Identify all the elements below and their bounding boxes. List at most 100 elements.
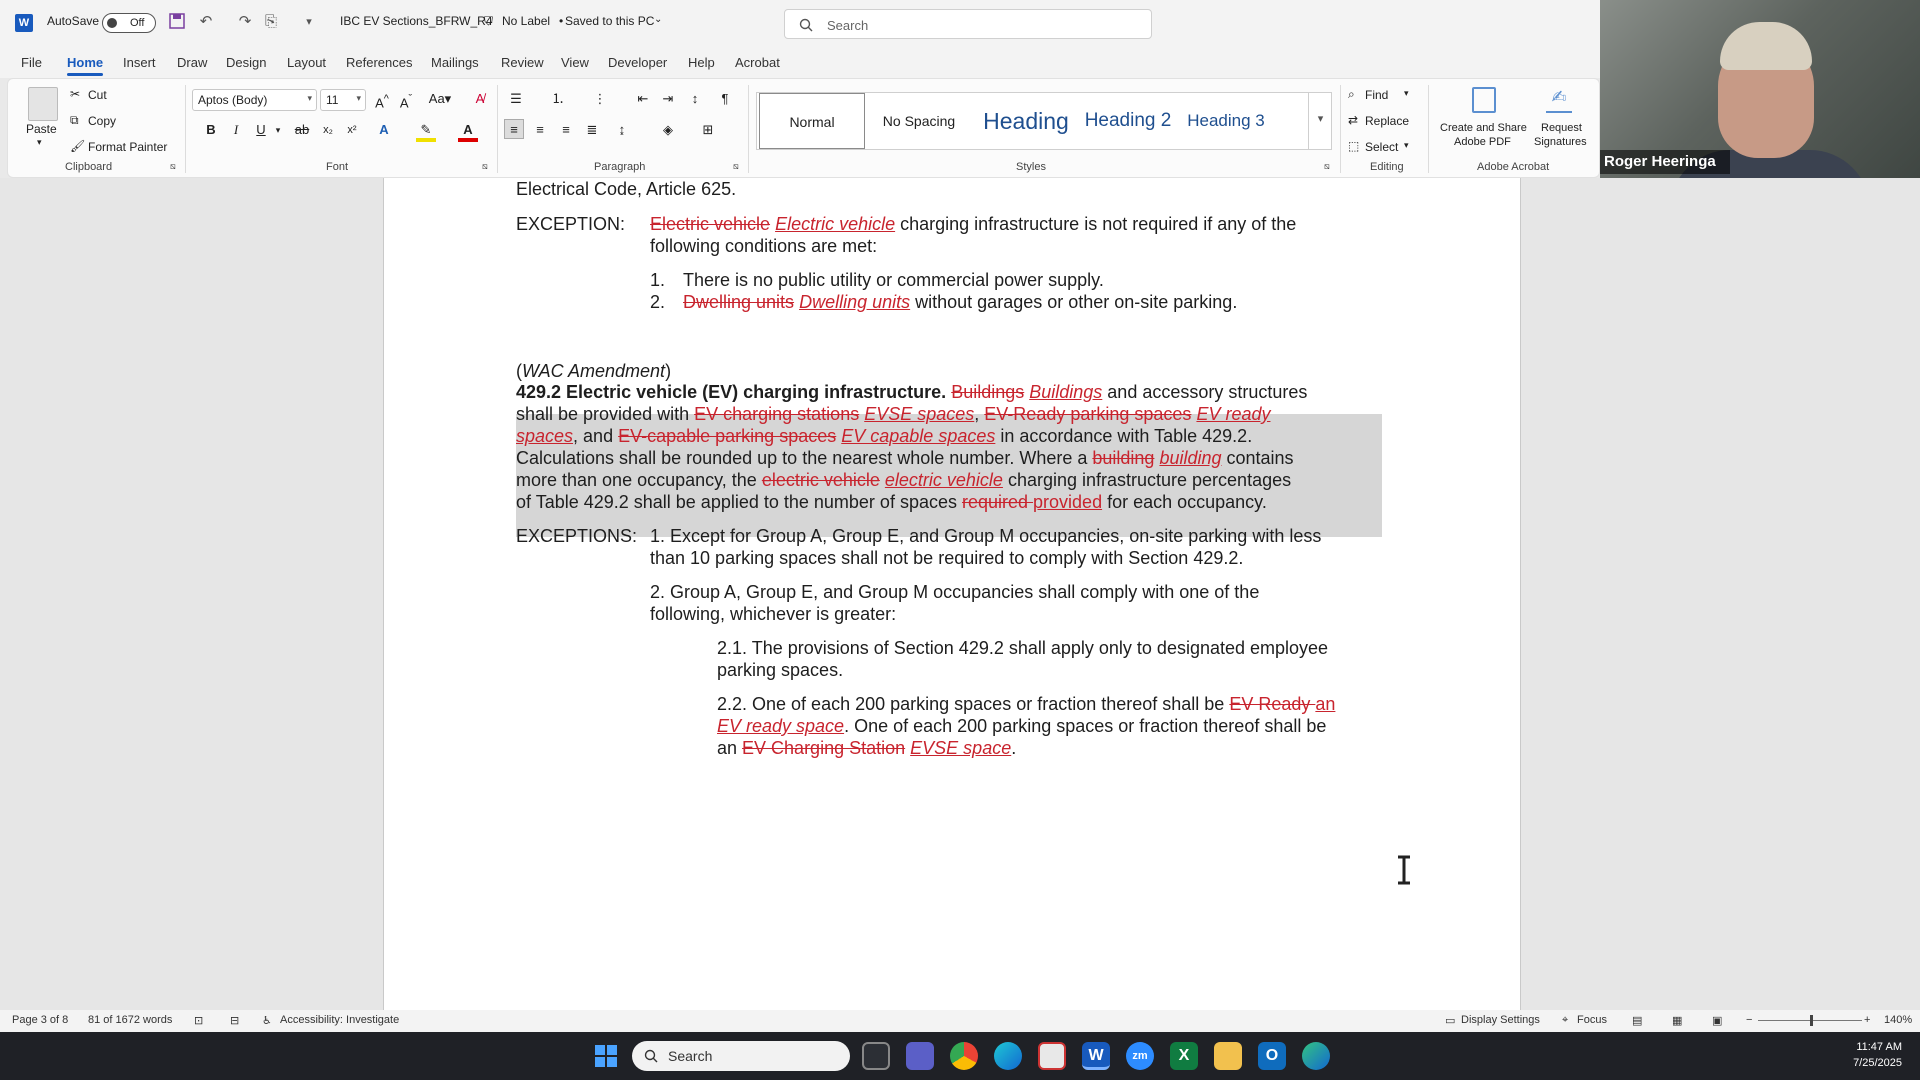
taskbar-search-input[interactable]: Search bbox=[632, 1041, 850, 1071]
list-item[interactable]: There is no public utility or commercial… bbox=[683, 269, 1104, 291]
zoom-level[interactable]: 140% bbox=[1884, 1014, 1912, 1026]
save-status[interactable]: Saved to this PC bbox=[565, 14, 654, 28]
bullets-icon[interactable]: ☰ bbox=[506, 89, 526, 109]
doc-line[interactable]: of Table 429.2 shall be applied to the n… bbox=[516, 491, 1267, 513]
clear-formatting-icon[interactable]: A̸ bbox=[470, 89, 490, 109]
sensitivity-label[interactable]: No Label bbox=[502, 14, 550, 28]
zoom-in-icon[interactable]: + bbox=[1864, 1014, 1870, 1026]
request-signatures-button[interactable]: Request bbox=[1541, 122, 1582, 134]
shading-icon[interactable]: ◈ bbox=[658, 120, 678, 140]
doc-line[interactable]: Calculations shall be rounded up to the … bbox=[516, 447, 1294, 469]
clock-time[interactable]: 11:47 AM bbox=[1856, 1041, 1902, 1053]
signature-icon[interactable]: ✍ bbox=[1546, 87, 1572, 113]
edge-icon[interactable] bbox=[994, 1042, 1022, 1070]
exception-label[interactable]: EXCEPTION: bbox=[516, 213, 625, 235]
doc-line[interactable]: EV ready space. One of each 200 parking … bbox=[717, 715, 1326, 737]
subscript-icon[interactable]: x₂ bbox=[318, 120, 338, 140]
highlight-icon[interactable]: ✎ bbox=[416, 120, 436, 142]
zoom-icon[interactable]: zm bbox=[1126, 1042, 1154, 1070]
doc-line[interactable]: 429.2 Electric vehicle (EV) charging inf… bbox=[516, 381, 1307, 403]
find-button[interactable]: Find bbox=[1365, 88, 1388, 102]
doc-line[interactable]: following, whichever is greater: bbox=[650, 603, 896, 625]
select-button[interactable]: Select bbox=[1365, 140, 1398, 154]
multilevel-list-icon[interactable]: ⋮ bbox=[590, 89, 610, 109]
print-layout-icon[interactable]: ▦ bbox=[1672, 1014, 1682, 1027]
request-signatures-button-line2[interactable]: Signatures bbox=[1534, 136, 1587, 148]
tab-insert[interactable]: Insert bbox=[123, 55, 156, 70]
strikethrough-icon[interactable]: ab bbox=[292, 120, 312, 140]
customize-qa-icon[interactable]: ▾ bbox=[300, 13, 318, 31]
format-painter-qa-icon[interactable]: ⎘ bbox=[262, 13, 280, 31]
chevron-down-icon[interactable]: ▾ bbox=[268, 120, 288, 140]
doc-line[interactable]: spaces, and EV-capable parking spaces EV… bbox=[516, 425, 1252, 447]
doc-line[interactable]: Electric vehicle Electric vehicle chargi… bbox=[650, 213, 1296, 235]
doc-line[interactable]: parking spaces. bbox=[717, 659, 843, 681]
decrease-indent-icon[interactable]: ⇤ bbox=[633, 89, 653, 109]
dialog-launcher-icon[interactable]: ⧅ bbox=[733, 161, 739, 172]
teams-icon[interactable] bbox=[906, 1042, 934, 1070]
accessibility-status[interactable]: Accessibility: Investigate bbox=[280, 1014, 399, 1026]
tab-home[interactable]: Home bbox=[67, 55, 104, 76]
style-no-spacing[interactable]: No Spacing bbox=[869, 93, 969, 149]
justify-icon[interactable]: ≣ bbox=[582, 120, 602, 140]
tab-draw[interactable]: Draw bbox=[177, 55, 207, 70]
style-heading-2[interactable]: Heading 2 bbox=[1083, 93, 1173, 149]
page-count[interactable]: Page 3 of 8 bbox=[12, 1014, 68, 1026]
numbering-icon[interactable]: ⒈ bbox=[548, 89, 568, 109]
bold-icon[interactable]: B bbox=[201, 120, 221, 140]
doc-line[interactable]: 2. Group A, Group E, and Group M occupan… bbox=[650, 581, 1259, 603]
doc-line[interactable]: more than one occupancy, the electric ve… bbox=[516, 469, 1291, 491]
edge-dev-icon[interactable] bbox=[1302, 1042, 1330, 1070]
doc-line[interactable]: an EV Charging Station EVSE space. bbox=[717, 737, 1016, 759]
doc-line[interactable]: shall be provided with EV charging stati… bbox=[516, 403, 1270, 425]
pilcrow-icon[interactable]: ¶ bbox=[715, 89, 735, 109]
replace-button[interactable]: Replace bbox=[1365, 114, 1409, 128]
style-heading-3[interactable]: Heading 3 bbox=[1177, 93, 1275, 149]
adobe-pdf-icon[interactable] bbox=[1472, 87, 1496, 113]
web-layout-icon[interactable]: ▣ bbox=[1712, 1014, 1722, 1027]
save-icon[interactable] bbox=[168, 13, 186, 31]
macro-icon[interactable]: ⊟ bbox=[230, 1014, 239, 1027]
tab-file[interactable]: File bbox=[21, 55, 42, 70]
change-case-icon[interactable]: Aa▾ bbox=[424, 89, 456, 109]
dialog-launcher-icon[interactable]: ⧅ bbox=[482, 161, 488, 172]
excel-icon[interactable]: X bbox=[1170, 1042, 1198, 1070]
align-center-icon[interactable]: ≡ bbox=[530, 120, 550, 140]
tab-review[interactable]: Review bbox=[501, 55, 544, 70]
chevron-down-icon[interactable]: ▾ bbox=[1404, 88, 1409, 99]
task-view-icon[interactable] bbox=[862, 1042, 890, 1070]
font-family-select[interactable]: Aptos (Body) ▾ bbox=[192, 89, 317, 111]
align-left-icon[interactable]: ≡ bbox=[504, 119, 524, 139]
chevron-down-icon[interactable]: ▾ bbox=[1404, 140, 1409, 151]
doc-line[interactable]: than 10 parking spaces shall not be requ… bbox=[650, 547, 1243, 569]
font-color-icon[interactable]: A bbox=[458, 120, 478, 142]
document-title[interactable]: IBC EV Sections_BFRW_R4 bbox=[340, 14, 493, 28]
tab-view[interactable]: View bbox=[561, 55, 589, 70]
wac-amendment-note[interactable]: (WAC Amendment) bbox=[516, 360, 671, 382]
clipboard-icon[interactable] bbox=[28, 87, 58, 121]
autosave-toggle[interactable]: Off bbox=[102, 13, 156, 33]
superscript-icon[interactable]: x² bbox=[342, 120, 362, 140]
tab-help[interactable]: Help bbox=[688, 55, 715, 70]
word-count[interactable]: 81 of 1672 words bbox=[88, 1014, 172, 1026]
styles-more-icon[interactable]: ▾ bbox=[1308, 92, 1332, 150]
increase-indent-icon[interactable]: ⇥ bbox=[658, 89, 678, 109]
tab-mailings[interactable]: Mailings bbox=[431, 55, 479, 70]
doc-line[interactable]: 2.2. One of each 200 parking spaces or f… bbox=[717, 693, 1335, 715]
chrome-icon[interactable] bbox=[950, 1042, 978, 1070]
chevron-down-icon[interactable]: ⌄ bbox=[654, 14, 662, 25]
search-input[interactable]: Search bbox=[784, 9, 1152, 39]
dialog-launcher-icon[interactable]: ⧅ bbox=[1324, 161, 1330, 172]
format-painter-button[interactable]: Format Painter bbox=[88, 140, 167, 154]
zoom-slider-thumb[interactable] bbox=[1810, 1015, 1813, 1026]
word-taskbar-icon[interactable]: W bbox=[1082, 1042, 1110, 1070]
read-mode-icon[interactable]: ▤ bbox=[1632, 1014, 1642, 1027]
shrink-font-icon[interactable]: Aˇ bbox=[396, 89, 416, 110]
tab-layout[interactable]: Layout bbox=[287, 55, 326, 70]
borders-icon[interactable]: ⊞ bbox=[698, 120, 718, 140]
windows-start-icon[interactable] bbox=[592, 1042, 620, 1070]
tab-developer[interactable]: Developer bbox=[608, 55, 667, 70]
tab-acrobat[interactable]: Acrobat bbox=[735, 55, 780, 70]
italic-icon[interactable]: I bbox=[226, 120, 246, 140]
doc-line[interactable]: 1. Except for Group A, Group E, and Grou… bbox=[650, 525, 1321, 547]
